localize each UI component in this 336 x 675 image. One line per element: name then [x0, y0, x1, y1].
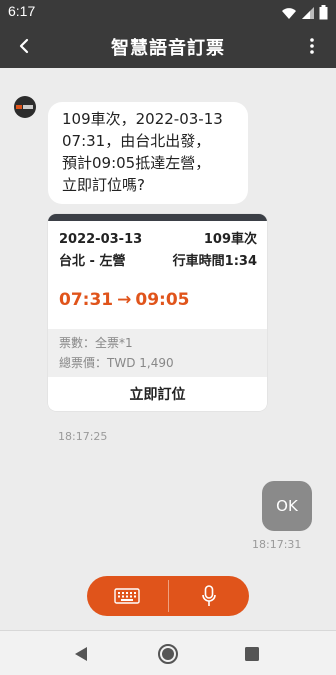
user-message-text: OK — [276, 497, 298, 515]
wifi-icon — [282, 7, 296, 19]
nav-recents-icon — [245, 647, 259, 661]
microphone-button[interactable] — [169, 576, 250, 616]
nav-home-icon — [158, 644, 178, 664]
bot-avatar — [14, 96, 36, 118]
keyboard-icon — [114, 588, 140, 604]
ticket-date-row: 2022-03-13 109車次 — [48, 229, 267, 251]
bot-message-bubble: 109車次，2022-03-13 07:31，由台北出發， 預計09:05抵達左… — [48, 102, 248, 204]
ticket-times: 07:31 → 09:05 — [48, 285, 267, 315]
bot-message-timestamp: 18:17:25 — [58, 430, 108, 443]
bot-logo-icon — [16, 105, 33, 109]
bot-message-line: 預計09:05抵達左營， — [62, 154, 211, 172]
nav-back-icon — [75, 647, 87, 661]
status-icons — [281, 5, 328, 20]
system-nav-bar — [0, 630, 336, 675]
nav-home-button[interactable] — [157, 643, 179, 665]
ticket-duration: 行車時間1:34 — [172, 254, 257, 269]
status-bar: 6:17 — [0, 0, 336, 24]
user-message-timestamp: 18:17:31 — [252, 538, 302, 551]
ticket-header-strip — [48, 214, 267, 221]
bot-message-line: 07:31，由台北出發， — [62, 132, 211, 150]
nav-recents-button[interactable] — [241, 643, 263, 665]
ticket-arrive-time: 09:05 — [135, 290, 190, 310]
ticket-card: 2022-03-13 109車次 台北 - 左營 行車時間1:34 07:31 … — [48, 214, 267, 411]
input-bar — [87, 576, 249, 616]
more-options-button[interactable] — [300, 34, 324, 58]
ticket-route-row: 台北 - 左營 行車時間1:34 — [48, 251, 267, 273]
keyboard-button[interactable] — [87, 576, 168, 616]
ticket-info: 票數：全票*1 總票價：TWD 1,490 — [48, 329, 267, 377]
ticket-date: 2022-03-13 — [59, 232, 143, 247]
bot-message-line: 立即訂位嗎? — [62, 176, 145, 194]
bot-message-line: 109車次，2022-03-13 — [62, 110, 223, 128]
ticket-train-number: 109車次 — [203, 232, 257, 247]
arrow-right-icon: → — [117, 290, 132, 310]
user-message-bubble: OK — [262, 481, 312, 531]
ticket-total-price: 總票價：TWD 1,490 — [59, 356, 174, 370]
ticket-route: 台北 - 左營 — [59, 254, 126, 269]
book-now-button[interactable]: 立即訂位 — [48, 377, 267, 411]
signal-icon — [302, 6, 314, 19]
microphone-icon — [201, 585, 216, 606]
app-title: 智慧語音訂票 — [111, 38, 225, 59]
nav-back-button[interactable] — [70, 643, 92, 665]
ticket-depart-time: 07:31 — [59, 290, 114, 310]
status-time: 6:17 — [8, 3, 36, 19]
ticket-count: 票數：全票*1 — [59, 336, 133, 350]
chat-area[interactable]: 109車次，2022-03-13 07:31，由台北出發， 預計09:05抵達左… — [0, 68, 336, 630]
app-bar: 智慧語音訂票 — [0, 24, 336, 68]
battery-icon — [319, 5, 328, 20]
more-vertical-icon — [310, 38, 314, 54]
